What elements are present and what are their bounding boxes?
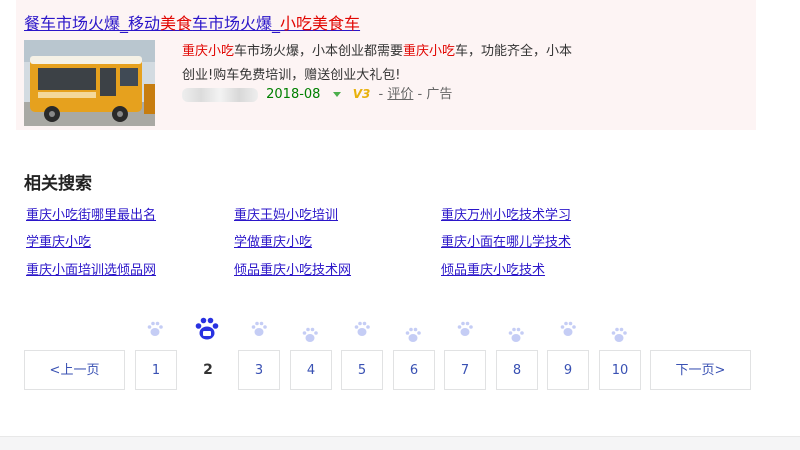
ad-desc-text: 车市场火爆，小本创业都需要 [234,44,404,59]
ad-label: 广告 [426,87,453,102]
ad-title-part: 餐车市场火爆_移动 [24,14,161,33]
separator: - [378,87,384,102]
ad-desc-line1: 重庆小吃车市场火爆，小本创业都需要重庆小吃车，功能齐全，小本 [182,40,652,64]
current-page: 2 [203,362,213,378]
related-link[interactable]: 重庆万州小吃技术学习 [441,204,571,223]
ad-desc-highlight: 重庆小吃 [403,44,456,59]
food-truck-image [24,40,155,126]
caret-down-icon[interactable] [332,92,341,97]
ad-thumbnail[interactable] [24,40,155,126]
related-link[interactable]: 倾品重庆小吃技术 [441,259,545,278]
paw-icon [508,327,524,342]
separator: - [417,87,423,102]
paw-active-icon [195,317,219,340]
related-link[interactable]: 重庆小吃街哪里最出名 [26,204,156,223]
related-link[interactable]: 重庆小面在哪儿学技术 [441,231,571,250]
paw-icon [611,327,627,342]
related-link[interactable]: 学重庆小吃 [26,231,91,250]
paw-icon [457,321,473,336]
v-badge-icon[interactable]: V3 [353,87,371,101]
page-button-7[interactable]: 7 [444,350,486,390]
paw-icon [354,321,370,336]
ad-meta: 2018-08 V3 - 评价 - 广告 [182,84,452,104]
page-button-8[interactable]: 8 [496,350,538,390]
page-button-3[interactable]: 3 [238,350,280,390]
ad-desc-text: 车，功能齐全，小本 [455,44,573,59]
related-link[interactable]: 倾品重庆小吃技术网 [234,259,351,278]
review-link[interactable]: 评价 [387,87,413,102]
page-button-1[interactable]: 1 [135,350,177,390]
paw-icon [560,321,576,336]
prev-page-button[interactable]: <上一页 [24,350,125,390]
related-link[interactable]: 学做重庆小吃 [234,231,312,250]
ad-date: 2018-08 [266,87,321,102]
paw-icon [251,321,267,336]
ad-title-highlight: 小吃美食车 [280,14,361,33]
ad-description: 重庆小吃车市场火爆，小本创业都需要重庆小吃车，功能齐全，小本 创业!购车免费培训… [182,40,652,88]
paw-icon [302,327,318,342]
blurred-url[interactable] [182,87,258,102]
page-button-6[interactable]: 6 [393,350,435,390]
paw-icon [405,327,421,342]
ad-title-highlight: 美食 [160,14,193,33]
page-button-4[interactable]: 4 [290,350,332,390]
next-page-button[interactable]: 下一页> [650,350,751,390]
related-link[interactable]: 重庆王妈小吃培训 [234,204,338,223]
footer-bar [0,436,800,450]
related-link[interactable]: 重庆小面培训选倾品网 [26,259,156,278]
page-button-5[interactable]: 5 [341,350,383,390]
ad-desc-highlight: 重庆小吃 [182,44,235,59]
page-button-10[interactable]: 10 [599,350,641,390]
ad-title-link[interactable]: 餐车市场火爆_移动美食车市场火爆_小吃美食车 [24,10,360,34]
paw-icon [147,321,163,336]
ad-title-part: 车市场火爆_ [192,14,281,33]
page-button-9[interactable]: 9 [547,350,589,390]
related-searches-title: 相关搜索 [24,174,92,194]
